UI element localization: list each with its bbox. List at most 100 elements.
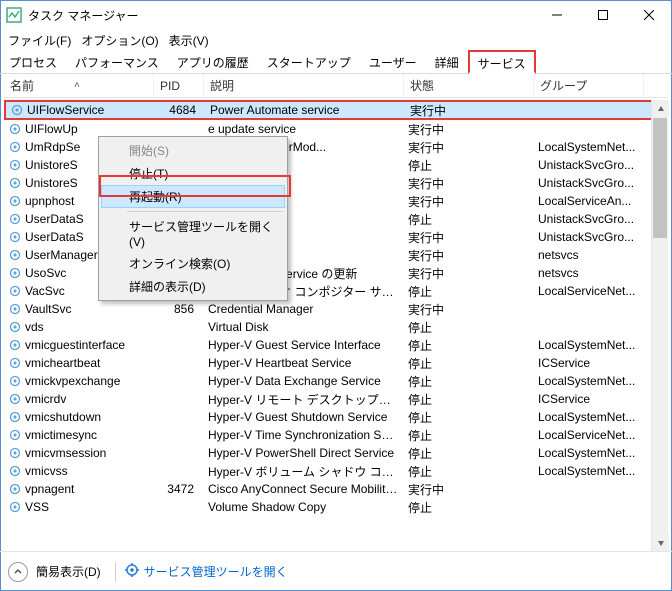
gear-icon — [124, 562, 140, 581]
tab-5[interactable]: 詳細 — [426, 50, 468, 73]
service-icon — [8, 194, 22, 208]
service-desc: Hyper-V Time Synchronization Ser... — [204, 428, 404, 442]
service-state: 停止 — [404, 445, 534, 462]
scroll-down-button[interactable] — [652, 534, 669, 551]
column-header-state[interactable]: 状態 — [404, 74, 534, 97]
table-row[interactable]: vmicvmsession Hyper-V PowerShell Direct S… — [4, 444, 668, 462]
table-row[interactable]: vmicrdvHyper-V リモート デスクトップ仮想化サ...停止ICSer… — [4, 390, 668, 408]
service-icon — [8, 212, 22, 226]
maximize-button[interactable] — [580, 0, 626, 30]
service-state: 停止 — [404, 373, 534, 390]
menu-options[interactable]: オプション(O) — [77, 30, 162, 51]
service-state: 実行中 — [404, 229, 534, 246]
service-state: 停止 — [404, 211, 534, 228]
table-row[interactable]: vmickvpexchangeHyper-V Data Exchange Ser… — [4, 372, 668, 390]
service-icon — [8, 140, 22, 154]
open-services-link[interactable]: サービス管理ツールを開く — [124, 562, 288, 581]
service-icon — [8, 446, 22, 460]
tab-1[interactable]: パフォーマンス — [66, 50, 168, 73]
menu-view[interactable]: 表示(V) — [165, 30, 213, 51]
service-state: 実行中 — [404, 175, 534, 192]
service-name: vmicvss — [25, 464, 68, 478]
service-pid: 856 — [154, 302, 204, 316]
tab-strip: プロセスパフォーマンスアプリの履歴スタートアップユーザー詳細サービス — [0, 50, 672, 74]
service-icon — [8, 302, 22, 316]
table-row[interactable]: vdsVirtual Disk停止 — [4, 318, 668, 336]
service-group: LocalSystemNet... — [534, 446, 644, 460]
ctx-stop[interactable]: 停止(T) — [101, 162, 285, 185]
service-name: vpnagent — [25, 482, 74, 496]
table-row[interactable]: vmicvssHyper-V ボリューム シャドウ コピー リク...停止Loc… — [4, 462, 668, 480]
service-name: UnistoreS — [25, 176, 78, 190]
service-name: UserDataS — [25, 212, 84, 226]
service-name: UIFlowUp — [25, 122, 78, 136]
column-header-group[interactable]: グループ — [534, 74, 644, 97]
service-group: LocalSystemNet... — [534, 464, 644, 478]
service-name: vmicvmsession — [25, 446, 106, 460]
service-name: VacSvc — [25, 284, 65, 298]
fewer-details-toggle[interactable] — [8, 562, 28, 582]
fewer-details-label[interactable]: 簡易表示(D) — [36, 563, 101, 580]
tab-4[interactable]: ユーザー — [360, 50, 426, 73]
service-desc: Hyper-V Guest Service Interface — [204, 338, 404, 352]
tab-6[interactable]: サービス — [468, 50, 536, 74]
service-icon — [8, 410, 22, 424]
vertical-scrollbar[interactable] — [651, 100, 668, 551]
service-icon — [8, 428, 22, 442]
column-header-desc[interactable]: 説明 — [204, 74, 404, 97]
tab-0[interactable]: プロセス — [0, 50, 66, 73]
close-button[interactable] — [626, 0, 672, 30]
service-state: 実行中 — [404, 139, 534, 156]
column-header-pid[interactable]: PID — [154, 74, 204, 97]
table-row[interactable]: VaultSvc856Credential Manager実行中 — [4, 300, 668, 318]
service-desc: Power Automate service — [206, 103, 406, 117]
table-row[interactable]: vmicheartbeatHyper-V Heartbeat Service停止… — [4, 354, 668, 372]
service-group: ICService — [534, 392, 644, 406]
service-state: 停止 — [404, 427, 534, 444]
service-icon — [8, 320, 22, 334]
service-desc: Hyper-V リモート デスクトップ仮想化サ... — [204, 391, 404, 408]
service-desc: Hyper-V ボリューム シャドウ コピー リク... — [204, 463, 404, 480]
minimize-button[interactable] — [534, 0, 580, 30]
status-bar: 簡易表示(D) サービス管理ツールを開く — [0, 551, 672, 591]
service-name: VSS — [25, 500, 49, 514]
service-desc: e update service — [204, 122, 404, 136]
ctx-open-tools[interactable]: サービス管理ツールを開く(V) — [101, 215, 285, 252]
service-state: 停止 — [404, 355, 534, 372]
service-state: 実行中 — [404, 301, 534, 318]
table-row[interactable]: UIFlowService4684Power Automate service実… — [4, 100, 668, 120]
menu-file[interactable]: ファイル(F) — [4, 30, 75, 51]
service-icon — [8, 248, 22, 262]
table-row[interactable]: vmicguestinterfaceHyper-V Guest Service … — [4, 336, 668, 354]
service-icon — [8, 500, 22, 514]
service-state: 実行中 — [404, 193, 534, 210]
menu-bar: ファイル(F) オプション(O) 表示(V) — [0, 30, 672, 50]
ctx-show-details[interactable]: 詳細の表示(D) — [101, 275, 285, 298]
ctx-restart[interactable]: 再起動(R) — [101, 185, 285, 208]
table-row[interactable]: VSSVolume Shadow Copy停止 — [4, 498, 668, 516]
service-desc: Volume Shadow Copy — [204, 500, 404, 514]
ctx-start[interactable]: 開始(S) — [101, 139, 285, 162]
column-header-name[interactable]: 名前˄ — [4, 74, 154, 97]
service-state: 実行中 — [406, 102, 536, 119]
service-desc: Hyper-V PowerShell Direct Service — [204, 446, 404, 460]
service-group: UnistackSvcGro... — [534, 176, 644, 190]
table-row[interactable]: vpnagent3472Cisco AnyConnect Secure Mobi… — [4, 480, 668, 498]
tab-3[interactable]: スタートアップ — [258, 50, 360, 73]
service-group: LocalServiceAn... — [534, 194, 644, 208]
ctx-online-search[interactable]: オンライン検索(O) — [101, 252, 285, 275]
service-state: 停止 — [404, 283, 534, 300]
table-row[interactable]: vmictimesyncHyper-V Time Synchronization… — [4, 426, 668, 444]
tab-2[interactable]: アプリの履歴 — [168, 50, 258, 73]
scroll-up-button[interactable] — [652, 100, 669, 117]
service-name: UserDataS — [25, 230, 84, 244]
service-name: VaultSvc — [25, 302, 71, 316]
service-pid: 4684 — [156, 103, 206, 117]
service-icon — [8, 374, 22, 388]
service-icon — [8, 284, 22, 298]
service-name: vmickvpexchange — [25, 374, 120, 388]
table-row[interactable]: vmicshutdownHyper-V Guest Shutdown Servi… — [4, 408, 668, 426]
scrollbar-thumb[interactable] — [653, 118, 667, 238]
service-name: vmicshutdown — [25, 410, 101, 424]
service-name: upnphost — [25, 194, 74, 208]
